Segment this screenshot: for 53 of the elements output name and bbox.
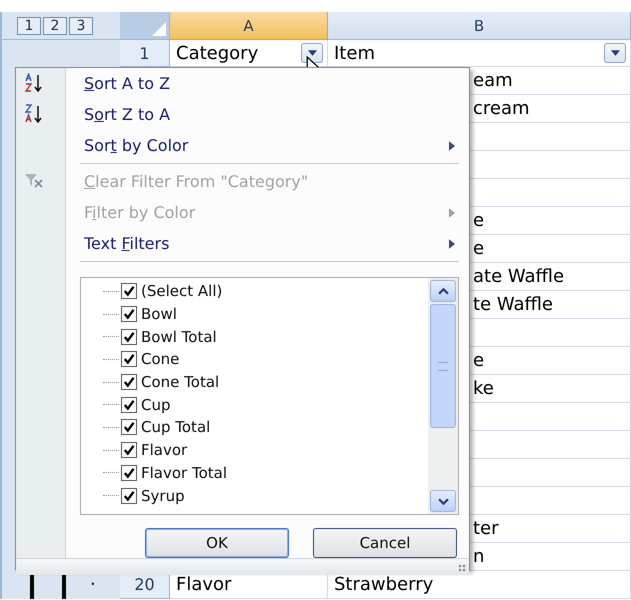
menu-item-label: Sort by Color xyxy=(83,136,188,155)
checkbox[interactable] xyxy=(121,283,137,300)
header-cell-text: Category xyxy=(176,42,258,64)
outline-level-button[interactable]: 3 xyxy=(69,17,93,35)
checkbox[interactable] xyxy=(121,419,137,436)
menu-item-label: Sort Z to A xyxy=(83,105,170,124)
checkbox[interactable] xyxy=(121,442,137,458)
checkbox-label: Cone xyxy=(141,350,180,368)
scroll-up-icon[interactable] xyxy=(430,280,456,302)
sort-descending-icon xyxy=(24,104,44,124)
checkbox-label: (Select All) xyxy=(141,282,222,300)
resize-grip-icon xyxy=(458,564,466,572)
checkbox-label: Cup Total xyxy=(141,418,210,436)
sort-ascending-icon xyxy=(24,73,44,93)
caret-icon xyxy=(610,50,620,56)
checkbox-label: Bowl Total xyxy=(141,328,217,346)
filter-dropdown-button[interactable] xyxy=(604,43,626,63)
checkbox[interactable] xyxy=(121,306,137,322)
filter-dropdown-button[interactable] xyxy=(301,43,323,63)
checkbox[interactable] xyxy=(121,374,137,390)
outline-dot: · xyxy=(90,573,96,597)
header-cell-text: Item xyxy=(334,42,375,64)
checkbox[interactable] xyxy=(121,464,137,481)
checkbox[interactable] xyxy=(121,396,137,413)
resize-grip-bar[interactable] xyxy=(16,558,469,575)
submenu-arrow-icon xyxy=(449,208,455,218)
checkbox-label: Bowl xyxy=(141,305,177,324)
checkbox-label: Syrup xyxy=(141,486,185,505)
checkbox-label: Flavor xyxy=(141,441,188,460)
outline-level-button[interactable]: 1 xyxy=(17,17,41,35)
menu-item-label: Filter by Color xyxy=(83,203,196,222)
scroll-thumb[interactable] xyxy=(430,304,456,428)
menu-item-label: Sort A to Z xyxy=(83,74,170,93)
menu-item-label: Clear Filter From "Category" xyxy=(83,172,308,191)
vertical-scrollbar[interactable] xyxy=(428,278,458,514)
checkbox[interactable] xyxy=(121,488,137,504)
dialog-button[interactable]: OK xyxy=(145,528,289,558)
checkbox-label: Flavor Total xyxy=(141,464,228,482)
outline-level-button[interactable]: 2 xyxy=(43,17,67,35)
submenu-arrow-icon xyxy=(449,140,455,150)
checkbox-label: Cup xyxy=(141,396,171,414)
dialog-button[interactable]: Cancel xyxy=(313,528,457,558)
menu-item-label: Text Filters xyxy=(83,234,170,253)
submenu-arrow-icon xyxy=(449,238,455,248)
checkbox[interactable] xyxy=(121,351,137,368)
column-header[interactable]: A xyxy=(170,12,328,40)
checkbox[interactable] xyxy=(121,328,137,345)
column-header[interactable]: B xyxy=(328,12,631,40)
checkbox-label: Cone Total xyxy=(141,373,220,392)
row-number: 1 xyxy=(120,40,170,67)
menu-item[interactable]: Sort by Color xyxy=(80,130,459,161)
scroll-down-icon[interactable] xyxy=(430,490,456,512)
corner-triangle-icon xyxy=(152,22,166,36)
